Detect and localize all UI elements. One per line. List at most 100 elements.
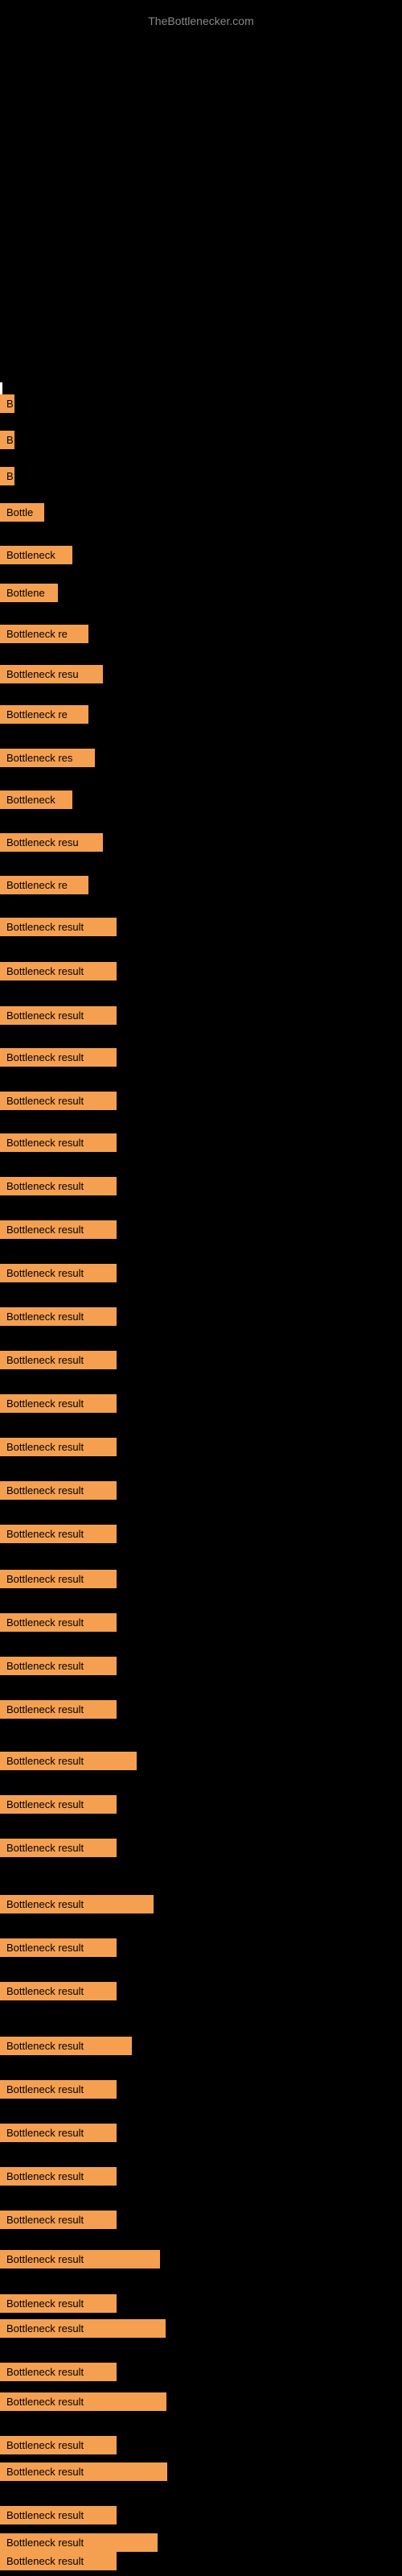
result-label-4: Bottle (0, 503, 44, 522)
result-label-51: Bottleneck result (0, 2506, 117, 2524)
result-label-32: Bottleneck result (0, 1700, 117, 1719)
result-label-34: Bottleneck result (0, 1795, 117, 1814)
result-label-10: Bottleneck res (0, 749, 95, 767)
result-label-31: Bottleneck result (0, 1657, 117, 1675)
result-label-5: Bottleneck (0, 546, 72, 564)
result-label-20: Bottleneck result (0, 1177, 117, 1195)
result-label-37: Bottleneck result (0, 1938, 117, 1957)
result-label-23: Bottleneck result (0, 1307, 117, 1326)
result-item-6[interactable]: Bottlene (0, 584, 58, 602)
result-item-50[interactable]: Bottleneck result (0, 2462, 167, 2481)
result-label-48: Bottleneck result (0, 2392, 166, 2411)
result-item-15[interactable]: Bottleneck result (0, 962, 117, 980)
result-label-16: Bottleneck result (0, 1006, 117, 1025)
result-item-46[interactable]: Bottleneck result (0, 2319, 166, 2338)
result-item-22[interactable]: Bottleneck result (0, 1264, 117, 1282)
result-item-37[interactable]: Bottleneck result (0, 1938, 117, 1957)
result-item-17[interactable]: Bottleneck result (0, 1048, 117, 1067)
result-label-7: Bottleneck re (0, 625, 88, 643)
result-item-34[interactable]: Bottleneck result (0, 1795, 117, 1814)
result-label-45: Bottleneck result (0, 2294, 117, 2313)
result-label-9: Bottleneck re (0, 705, 88, 724)
result-item-29[interactable]: Bottleneck result (0, 1570, 117, 1588)
result-label-1: B (0, 394, 14, 413)
result-item-14[interactable]: Bottleneck result (0, 918, 117, 936)
result-label-25: Bottleneck result (0, 1394, 117, 1413)
result-item-51[interactable]: Bottleneck result (0, 2506, 117, 2524)
result-label-11: Bottleneck (0, 791, 72, 809)
result-item-45[interactable]: Bottleneck result (0, 2294, 117, 2313)
result-item-43[interactable]: Bottleneck result (0, 2211, 117, 2229)
result-label-22: Bottleneck result (0, 1264, 117, 1282)
result-label-3: B (0, 467, 14, 485)
result-item-39[interactable]: Bottleneck result (0, 2037, 132, 2055)
result-label-29: Bottleneck result (0, 1570, 117, 1588)
result-item-10[interactable]: Bottleneck res (0, 749, 95, 767)
result-label-52: Bottleneck result (0, 2533, 158, 2552)
result-item-38[interactable]: Bottleneck result (0, 1982, 117, 2000)
result-label-2: B (0, 431, 14, 449)
result-item-2[interactable]: B (0, 431, 14, 449)
result-label-50: Bottleneck result (0, 2462, 167, 2481)
result-item-5[interactable]: Bottleneck (0, 546, 72, 564)
result-label-33: Bottleneck result (0, 1752, 137, 1770)
result-item-8[interactable]: Bottleneck resu (0, 665, 103, 683)
result-item-53[interactable]: Bottleneck result (0, 2552, 117, 2570)
result-item-19[interactable]: Bottleneck result (0, 1133, 117, 1152)
site-title: TheBottlenecker.com (0, 6, 402, 31)
result-item-31[interactable]: Bottleneck result (0, 1657, 117, 1675)
result-item-9[interactable]: Bottleneck re (0, 705, 88, 724)
result-item-47[interactable]: Bottleneck result (0, 2363, 117, 2381)
result-item-40[interactable]: Bottleneck result (0, 2080, 117, 2099)
result-item-18[interactable]: Bottleneck result (0, 1092, 117, 1110)
result-item-52[interactable]: Bottleneck result (0, 2533, 158, 2552)
result-label-40: Bottleneck result (0, 2080, 117, 2099)
result-item-41[interactable]: Bottleneck result (0, 2124, 117, 2142)
result-item-35[interactable]: Bottleneck result (0, 1839, 117, 1857)
result-label-47: Bottleneck result (0, 2363, 117, 2381)
result-item-32[interactable]: Bottleneck result (0, 1700, 117, 1719)
result-item-3[interactable]: B (0, 467, 14, 485)
result-item-33[interactable]: Bottleneck result (0, 1752, 137, 1770)
result-label-8: Bottleneck resu (0, 665, 103, 683)
result-label-21: Bottleneck result (0, 1220, 117, 1239)
result-item-23[interactable]: Bottleneck result (0, 1307, 117, 1326)
result-label-13: Bottleneck re (0, 876, 88, 894)
result-label-30: Bottleneck result (0, 1613, 117, 1632)
result-item-21[interactable]: Bottleneck result (0, 1220, 117, 1239)
result-item-16[interactable]: Bottleneck result (0, 1006, 117, 1025)
result-label-28: Bottleneck result (0, 1525, 117, 1543)
result-item-1[interactable]: B (0, 394, 14, 413)
result-item-7[interactable]: Bottleneck re (0, 625, 88, 643)
result-item-30[interactable]: Bottleneck result (0, 1613, 117, 1632)
result-label-44: Bottleneck result (0, 2250, 160, 2268)
result-label-42: Bottleneck result (0, 2167, 117, 2186)
result-item-49[interactable]: Bottleneck result (0, 2436, 117, 2454)
result-item-27[interactable]: Bottleneck result (0, 1481, 117, 1500)
result-label-35: Bottleneck result (0, 1839, 117, 1857)
result-item-24[interactable]: Bottleneck result (0, 1351, 117, 1369)
result-item-48[interactable]: Bottleneck result (0, 2392, 166, 2411)
result-item-4[interactable]: Bottle (0, 503, 44, 522)
result-item-26[interactable]: Bottleneck result (0, 1438, 117, 1456)
result-label-39: Bottleneck result (0, 2037, 132, 2055)
result-label-43: Bottleneck result (0, 2211, 117, 2229)
result-label-15: Bottleneck result (0, 962, 117, 980)
result-label-14: Bottleneck result (0, 918, 117, 936)
result-item-13[interactable]: Bottleneck re (0, 876, 88, 894)
result-item-20[interactable]: Bottleneck result (0, 1177, 117, 1195)
result-item-12[interactable]: Bottleneck resu (0, 833, 103, 852)
result-item-44[interactable]: Bottleneck result (0, 2250, 160, 2268)
result-item-36[interactable]: Bottleneck result (0, 1895, 154, 1913)
result-label-6: Bottlene (0, 584, 58, 602)
result-label-26: Bottleneck result (0, 1438, 117, 1456)
result-label-18: Bottleneck result (0, 1092, 117, 1110)
result-item-42[interactable]: Bottleneck result (0, 2167, 117, 2186)
result-item-11[interactable]: Bottleneck (0, 791, 72, 809)
result-item-25[interactable]: Bottleneck result (0, 1394, 117, 1413)
result-label-46: Bottleneck result (0, 2319, 166, 2338)
result-label-27: Bottleneck result (0, 1481, 117, 1500)
result-label-17: Bottleneck result (0, 1048, 117, 1067)
result-label-38: Bottleneck result (0, 1982, 117, 2000)
result-item-28[interactable]: Bottleneck result (0, 1525, 117, 1543)
